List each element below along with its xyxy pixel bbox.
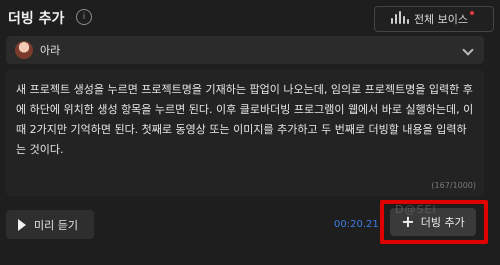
voice-name: 아라 <box>40 44 61 57</box>
preview-button[interactable]: 미리 듣기 <box>6 210 94 239</box>
watermark: D@SEI <box>395 203 437 216</box>
all-voices-label: 전체 보이스 <box>413 13 469 26</box>
voice-selector[interactable]: 아라 <box>6 36 484 64</box>
play-icon <box>18 218 26 231</box>
notification-dot <box>470 11 475 15</box>
character-count: (167/1000) <box>431 181 476 190</box>
add-dubbing-label: 더빙 추가 <box>420 216 465 229</box>
script-textarea[interactable]: 새 프로젝트 생성을 누르면 프로젝트명을 기재하는 팝업이 나오는데, 임의로… <box>6 70 484 196</box>
voice-wave-icon <box>390 11 409 26</box>
duration-readout: 00:20.21 <box>334 219 379 230</box>
chevron-down-icon[interactable] <box>462 44 474 56</box>
page-title: 더빙 추가 <box>8 11 65 27</box>
voice-avatar <box>15 41 33 59</box>
header: 더빙 추가 i 전체 보이스 <box>6 6 494 32</box>
plus-icon: + <box>401 212 415 231</box>
all-voices-button[interactable]: 전체 보이스 <box>374 6 494 32</box>
script-text[interactable]: 새 프로젝트 생성을 누르면 프로젝트명을 기재하는 팝업이 나오는데, 임의로… <box>16 80 474 160</box>
preview-label: 미리 듣기 <box>34 218 78 232</box>
info-icon[interactable]: i <box>76 9 92 25</box>
